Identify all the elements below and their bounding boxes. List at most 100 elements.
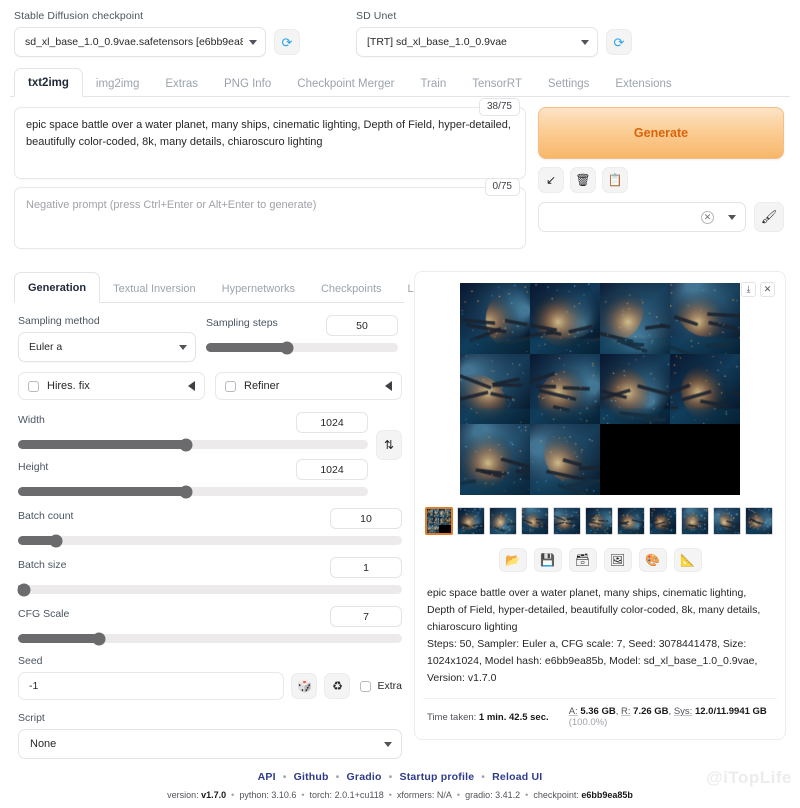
hires-fix-checkbox[interactable] [28, 380, 39, 392]
send-to-img2img-icon-button[interactable]: 🖼 [603, 548, 632, 572]
thumbnail-item[interactable] [585, 507, 613, 535]
width-slider[interactable] [18, 438, 368, 451]
thumbnail-item[interactable] [553, 507, 581, 535]
extra-label: Extra [377, 680, 402, 692]
extra-checkbox[interactable] [360, 680, 372, 692]
chevron-left-icon[interactable] [385, 381, 392, 391]
tab-extras[interactable]: Extras [152, 70, 211, 97]
sampler-row: Sampling method Euler a Sampling steps 5… [18, 315, 402, 362]
save-zip-icon-button[interactable]: 🗃 [568, 548, 597, 572]
height-slider[interactable] [18, 485, 368, 498]
close-icon-button[interactable]: ✕ [760, 282, 775, 297]
send-to-extras-icon-button[interactable]: 📐 [673, 548, 702, 572]
tab-settings[interactable]: Settings [535, 70, 603, 97]
download-icon-button[interactable]: ⤓ [741, 282, 756, 297]
tab-hypernetworks[interactable]: Hypernetworks [209, 274, 308, 303]
save-icon-button[interactable]: 💾 [533, 548, 562, 572]
script-label: Script [18, 712, 45, 724]
negative-prompt-input[interactable]: Negative prompt (press Ctrl+Enter or Alt… [14, 187, 526, 249]
tab-tensorrt[interactable]: TensorRT [459, 70, 535, 97]
sampling-steps-value[interactable]: 50 [326, 315, 398, 336]
tab-generation[interactable]: Generation [14, 272, 101, 303]
thumbnail-item[interactable] [681, 507, 709, 535]
thumbnail-item[interactable] [649, 507, 677, 535]
tab-train[interactable]: Train [407, 70, 459, 97]
checkpoint-select[interactable]: sd_xl_base_1.0_0.9vae.safetensors [e6bb9… [14, 27, 266, 57]
slider-knob[interactable] [17, 583, 31, 596]
cfg-scale-value[interactable]: 7 [330, 606, 402, 627]
thumbnail-item[interactable] [713, 507, 741, 535]
thumbnail-item[interactable] [617, 507, 645, 535]
refiner-label: Refiner [244, 380, 280, 392]
mem-sys-percent: (100.0%) [568, 717, 608, 728]
send-to-inpaint-icon-button[interactable]: 🎨 [638, 548, 667, 572]
toggle-row: Hires. fix Refiner [18, 372, 402, 400]
tab-img2img[interactable]: img2img [83, 70, 152, 97]
hires-fix-toggle[interactable]: Hires. fix [18, 372, 205, 400]
clipboard-icon-button[interactable]: 📋 [602, 167, 628, 193]
width-value[interactable]: 1024 [296, 412, 368, 433]
tab-extensions[interactable]: Extensions [602, 70, 684, 97]
generate-button[interactable]: Generate [538, 107, 784, 159]
footer-link-gradio[interactable]: Gradio [347, 771, 382, 783]
thumbnail-item[interactable] [425, 507, 453, 535]
sampling-steps-slider[interactable] [206, 341, 398, 354]
extra-seed-toggle[interactable]: Extra [360, 680, 402, 692]
slider-knob[interactable] [92, 632, 106, 645]
edit-styles-button[interactable]: 🖌 [754, 202, 784, 232]
refiner-checkbox[interactable] [225, 380, 236, 392]
batch-count-slider[interactable] [18, 534, 402, 547]
footer-link-api[interactable]: API [258, 771, 276, 783]
thumbnail-item[interactable] [745, 507, 773, 535]
slider-knob[interactable] [280, 341, 294, 354]
script-select[interactable]: None [18, 729, 402, 759]
thumbnail-item[interactable] [521, 507, 549, 535]
thumbnail-item[interactable] [489, 507, 517, 535]
sd-unet-select[interactable]: [TRT] sd_xl_base_1.0_0.9vae [356, 27, 598, 57]
refiner-toggle[interactable]: Refiner [215, 372, 402, 400]
chevron-left-icon[interactable] [188, 381, 195, 391]
random-seed-dice-icon-button[interactable]: 🎲 [291, 673, 318, 699]
batch-count-value[interactable]: 10 [330, 508, 402, 529]
tab-checkpoint-merger[interactable]: Checkpoint Merger [284, 70, 407, 97]
swap-dimensions-button[interactable]: ⇅ [376, 430, 402, 460]
tab-textual-inversion[interactable]: Textual Inversion [100, 274, 209, 303]
footer-link-github[interactable]: Github [294, 771, 329, 783]
thumbnail-item[interactable] [457, 507, 485, 535]
image-toolbar: 📂 💾 🗃 🖼 🎨 📐 [423, 548, 777, 572]
seed-label: Seed [18, 655, 43, 667]
styles-select[interactable]: ✕ [538, 202, 746, 232]
batch-size-value[interactable]: 1 [330, 557, 402, 578]
seed-input[interactable]: -1 [18, 672, 285, 700]
reuse-seed-recycle-icon-button[interactable]: ♻ [324, 673, 351, 699]
refresh-checkpoint-button[interactable]: ⟳ [274, 29, 300, 55]
meta-gradio-val: 3.41.2 [495, 790, 521, 800]
grid-cell [530, 283, 600, 354]
grid-cell [600, 424, 670, 495]
body-row: Generation Textual Inversion Hypernetwor… [10, 257, 790, 759]
slider-knob[interactable] [179, 485, 193, 498]
clear-icon[interactable]: ✕ [701, 210, 714, 224]
footer-link-startup-profile[interactable]: Startup profile [399, 771, 474, 783]
batch-size-slider[interactable] [17, 583, 402, 596]
height-label: Height [18, 461, 49, 473]
open-folder-icon-button[interactable]: 📂 [498, 548, 527, 572]
sampling-method-select[interactable]: Euler a [18, 332, 196, 362]
tab-png-info[interactable]: PNG Info [211, 70, 284, 97]
refresh-unet-button[interactable]: ⟳ [606, 29, 632, 55]
height-value[interactable]: 1024 [296, 459, 368, 480]
positive-prompt-input[interactable]: epic space battle over a water planet, m… [14, 107, 526, 179]
tab-txt2img[interactable]: txt2img [14, 68, 83, 97]
generated-image-grid[interactable] [460, 283, 740, 495]
chevron-down-icon [581, 39, 589, 45]
slider-knob[interactable] [49, 534, 63, 547]
main-tab-bar: txt2img img2img Extras PNG Info Checkpoi… [10, 67, 790, 97]
paste-arrow-icon-button[interactable]: ↙ [538, 167, 564, 193]
trash-icon-button[interactable]: 🗑 [570, 167, 596, 193]
footer-link-reload-ui[interactable]: Reload UI [492, 771, 542, 783]
cfg-scale-slider[interactable] [18, 632, 402, 645]
slider-knob[interactable] [179, 438, 193, 451]
prompt-action-buttons: ↙ 🗑 📋 [538, 167, 784, 193]
grid-cell [460, 353, 530, 425]
tab-checkpoints[interactable]: Checkpoints [308, 274, 395, 303]
